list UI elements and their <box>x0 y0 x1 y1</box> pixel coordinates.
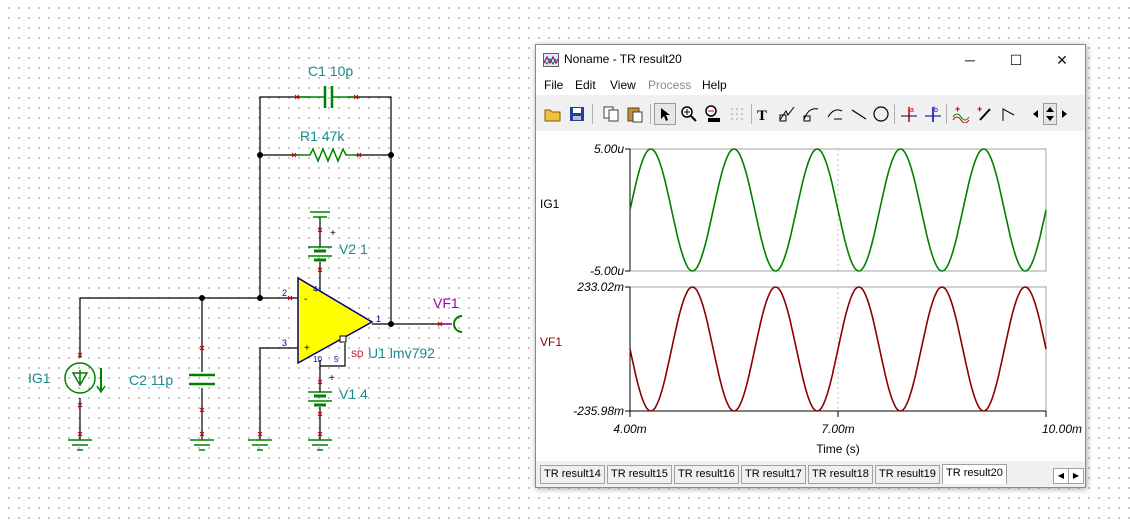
xtick-end: 10.00m <box>1042 422 1082 436</box>
tab-tr-result16[interactable]: TR result16 <box>674 465 739 484</box>
paste-icon[interactable] <box>624 103 646 125</box>
tab-scroll-left-icon[interactable]: ◀ <box>1053 468 1069 484</box>
open-icon[interactable] <box>542 103 564 125</box>
ig1-current-source[interactable]: IG1 <box>28 362 106 394</box>
x-axis-label: Time (s) <box>816 442 860 456</box>
svg-text:V1 4: V1 4 <box>339 386 368 402</box>
svg-text:3: 3 <box>282 338 287 348</box>
c2-capacitor[interactable]: C2 11p <box>129 372 215 388</box>
svg-text:C2 11p: C2 11p <box>129 372 173 388</box>
menu-edit[interactable]: Edit <box>575 78 596 92</box>
toolbar-separator <box>650 104 651 124</box>
svg-text:+: + <box>330 228 336 239</box>
svg-text:C1 10p: C1 10p <box>308 63 353 79</box>
v1-battery[interactable]: + V1 4 <box>308 373 368 407</box>
vf1-ytick-min: -235.98m <box>573 404 624 418</box>
u1-opamp[interactable]: - + 2 3 1 4 10 5 SD U1 lmv792 <box>282 276 435 365</box>
svg-text:b: b <box>934 107 938 114</box>
copy-icon[interactable] <box>600 103 622 125</box>
scroll-right-icon[interactable] <box>1058 103 1070 125</box>
svg-text:2: 2 <box>282 288 287 298</box>
v2-battery[interactable]: + V2 1 <box>308 211 368 262</box>
svg-text:SD: SD <box>351 349 364 359</box>
svg-text:V2 1: V2 1 <box>339 241 368 257</box>
svg-text:+: + <box>977 105 982 114</box>
svg-text:4: 4 <box>313 285 318 294</box>
toolbar-separator <box>894 104 895 124</box>
svg-text:a: a <box>910 107 914 114</box>
minimize-button[interactable]: ─ <box>947 45 993 75</box>
svg-text:+: + <box>329 373 335 384</box>
menu-help[interactable]: Help <box>702 78 727 92</box>
curve-icon[interactable] <box>800 103 822 125</box>
add-marker-icon[interactable] <box>998 103 1020 125</box>
title-bar[interactable]: Noname - TR result20 ─ ☐ ✕ <box>536 45 1085 75</box>
toolbar-separator <box>946 104 947 124</box>
tab-tr-result14[interactable]: TR result14 <box>540 465 605 484</box>
svg-text:5: 5 <box>334 355 339 364</box>
scroll-updown-icon[interactable] <box>1043 103 1057 125</box>
cursor-a-icon[interactable]: a <box>898 103 920 125</box>
label-curve-icon[interactable] <box>824 103 846 125</box>
save-icon[interactable] <box>566 103 588 125</box>
toolbar: T a b + + <box>536 101 1085 129</box>
grid-icon[interactable] <box>726 103 748 125</box>
zoom-in-icon[interactable] <box>678 103 700 125</box>
svg-text:+: + <box>304 343 310 354</box>
menu-bar: File Edit View Process Help <box>536 75 1085 95</box>
vf1-probe[interactable]: VF1 <box>433 295 463 333</box>
circuit-schematic[interactable]: C1 10p R1 47k + V2 1 - + 2 3 1 4 10 5 SD… <box>0 0 535 525</box>
tab-tr-result17[interactable]: TR result17 <box>741 465 806 484</box>
vf1-y-label: VF1 <box>540 335 562 349</box>
pointer-icon[interactable] <box>654 103 676 125</box>
tab-tr-result18[interactable]: TR result18 <box>808 465 873 484</box>
ig1-series-line <box>629 148 1047 272</box>
menu-view[interactable]: View <box>610 78 636 92</box>
xtick-mid: 7.00m <box>821 422 854 436</box>
menu-file[interactable]: File <box>544 78 563 92</box>
svg-text:10: 10 <box>313 355 322 364</box>
svg-text:U1 lmv792: U1 lmv792 <box>368 345 435 361</box>
r1-resistor[interactable]: R1 47k <box>295 128 360 163</box>
svg-text:1: 1 <box>376 314 381 324</box>
c1-capacitor[interactable]: C1 10p <box>300 63 357 108</box>
svg-text:VF1: VF1 <box>433 295 459 311</box>
svg-text:+: + <box>955 105 960 114</box>
ground-symbols <box>68 439 332 451</box>
tab-tr-result15[interactable]: TR result15 <box>607 465 672 484</box>
svg-text:-: - <box>304 294 307 305</box>
close-button[interactable]: ✕ <box>1039 45 1085 75</box>
cursor-b-icon[interactable]: b <box>922 103 944 125</box>
toolbar-separator <box>592 104 593 124</box>
text-icon[interactable]: T <box>752 103 774 125</box>
plot-area[interactable]: 5.00u -5.00u IG1 233.02m -235.98m VF1 4.… <box>536 131 1085 461</box>
add-curve-icon[interactable]: + <box>950 103 972 125</box>
scroll-left-icon[interactable] <box>1030 103 1042 125</box>
draw-icon[interactable] <box>776 103 798 125</box>
ig1-y-label: IG1 <box>540 197 560 211</box>
circle-icon[interactable] <box>870 103 892 125</box>
tab-tr-result20[interactable]: TR result20 <box>942 464 1007 484</box>
result-tabs: TR result14 TR result15 TR result16 TR r… <box>536 463 1085 487</box>
svg-text:R1 47k: R1 47k <box>300 128 345 144</box>
maximize-button[interactable]: ☐ <box>993 45 1039 75</box>
xtick-start: 4.00m <box>613 422 646 436</box>
menu-process[interactable]: Process <box>648 78 691 92</box>
tab-scroll-right-icon[interactable]: ▶ <box>1068 468 1084 484</box>
zoom-100-icon[interactable] <box>702 103 724 125</box>
app-icon <box>543 53 559 67</box>
svg-text:IG1: IG1 <box>28 370 51 386</box>
pen-icon[interactable]: + <box>974 103 996 125</box>
svg-text:T: T <box>757 108 767 122</box>
line-icon[interactable] <box>848 103 870 125</box>
tab-tr-result19[interactable]: TR result19 <box>875 465 940 484</box>
tr-result-window: Noname - TR result20 ─ ☐ ✕ File Edit Vie… <box>535 44 1086 488</box>
ig1-ytick-min: -5.00u <box>590 264 624 278</box>
vf1-ytick-max: 233.02m <box>576 280 624 294</box>
ig1-ytick-max: 5.00u <box>594 142 624 156</box>
window-title: Noname - TR result20 <box>564 52 682 66</box>
